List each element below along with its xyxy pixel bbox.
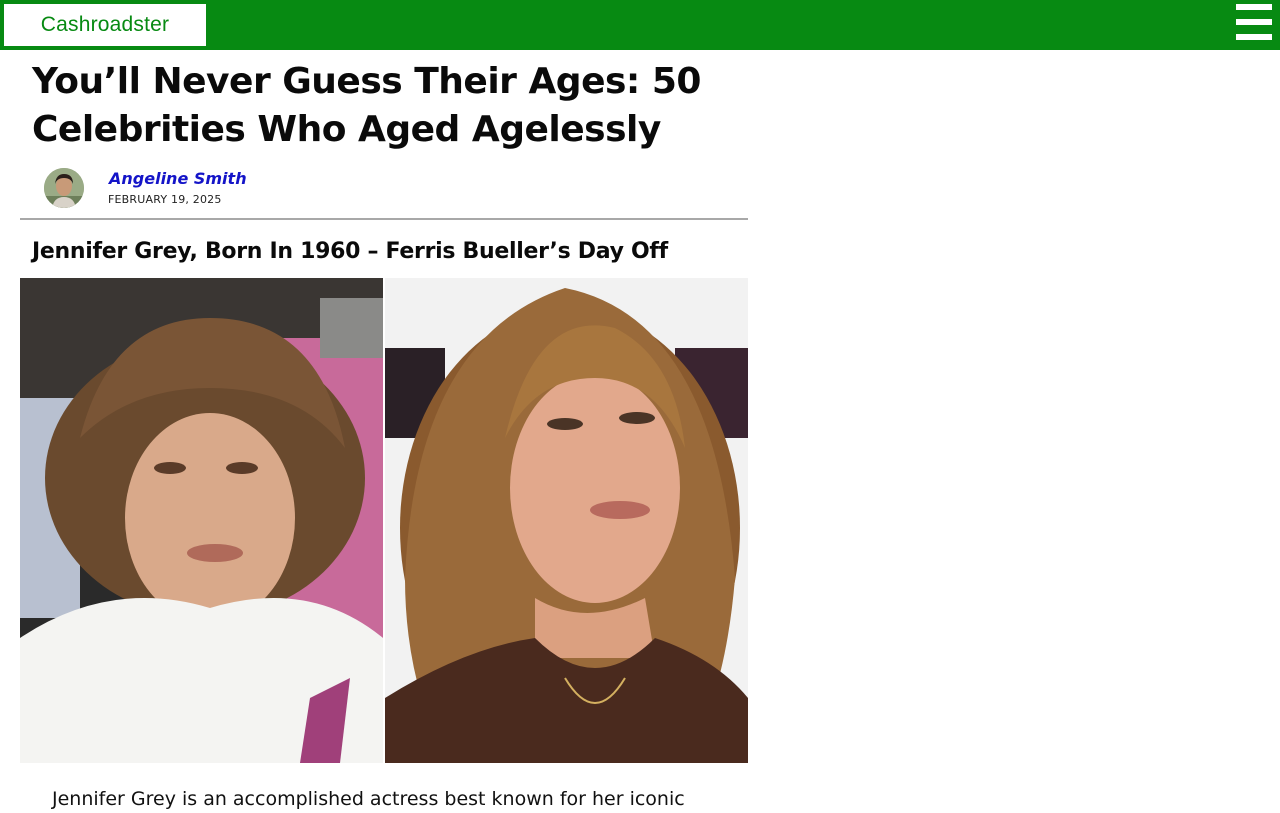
site-logo-text: Cashroadster <box>40 13 170 36</box>
author-avatar-image <box>44 168 84 208</box>
hamburger-menu-icon[interactable] <box>1236 4 1272 40</box>
author-avatar[interactable] <box>44 168 84 208</box>
menu-bar-middle <box>1236 19 1272 25</box>
publish-date: FEBRUARY 19, 2025 <box>108 193 222 206</box>
author-name-link[interactable]: Angeline Smith <box>109 169 247 188</box>
photo-then-image <box>20 278 383 763</box>
section-title: Jennifer Grey, Born In 1960 – Ferris Bue… <box>32 239 668 264</box>
article-container: You’ll Never Guess Their Ages: 50 Celebr… <box>20 50 748 810</box>
site-logo-link[interactable]: Cashroadster <box>4 4 206 46</box>
photo-now-image <box>385 278 748 763</box>
photo-now <box>385 278 748 763</box>
byline-divider <box>20 218 748 220</box>
comparison-photo <box>20 278 748 763</box>
menu-bar-top <box>1236 4 1272 10</box>
site-header: Cashroadster <box>0 0 1280 50</box>
photo-then <box>20 278 383 763</box>
article-title: You’ll Never Guess Their Ages: 50 Celebr… <box>32 61 701 150</box>
menu-bar-bottom <box>1236 34 1272 40</box>
article-body-paragraph: Jennifer Grey is an accomplished actress… <box>52 788 685 810</box>
